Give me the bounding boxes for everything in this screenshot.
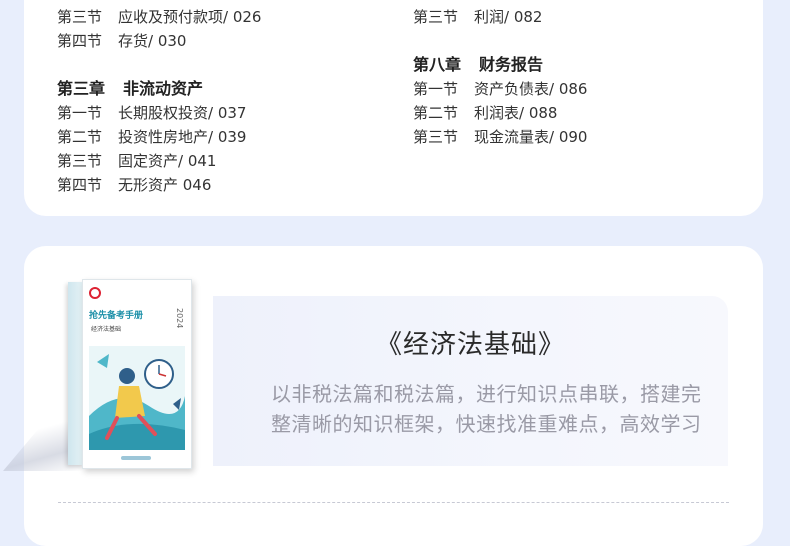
section-number: 第二节 [413, 104, 459, 122]
section-number: 第三节 [413, 8, 459, 26]
publisher-mark [121, 456, 151, 460]
section-number: 第一节 [413, 80, 459, 98]
toc-chapter-heading: 第三章 非流动资产 [57, 77, 261, 101]
publisher-logo-icon [89, 287, 101, 299]
section-title-page: 固定资产/ 041 [118, 152, 217, 170]
toc-section-item: 第三节 利润/ 082 [413, 5, 587, 29]
section-number: 第四节 [57, 32, 103, 50]
section-number: 第三节 [57, 8, 103, 26]
toc-section-item: 第三节 现金流量表/ 090 [413, 125, 587, 149]
book-description-line-1: 以非税法篇和税法篇，进行知识点串联，搭建完 [271, 382, 702, 406]
book-info-panel: 《经济法基础》 以非税法篇和税法篇，进行知识点串联，搭建完 整清晰的知识框架，快… [213, 296, 728, 466]
toc-spacer [57, 53, 261, 77]
cover-title: 抢先备考手册 [89, 311, 144, 321]
toc-section-item: 第三节 应收及预付款项/ 026 [57, 5, 261, 29]
cover-subtitle: 经济法基础 [91, 326, 122, 333]
section-title-page: 存货/ 030 [118, 32, 187, 50]
chapter-number: 第三章 [57, 79, 106, 98]
section-title-page: 投资性房地产/ 039 [118, 128, 247, 146]
toc-section-item: 第三节 固定资产/ 041 [57, 149, 261, 173]
toc-spacer [413, 29, 587, 53]
toc-chapter-heading: 第八章 财务报告 [413, 53, 587, 77]
chapter-title: 非流动资产 [123, 79, 204, 98]
toc-section-item: 第二节 利润表/ 088 [413, 101, 587, 125]
book-cover-image: 抢先备考手册 经济法基础 2024 [82, 279, 192, 469]
book-description-line-2: 整清晰的知识框架，快速找准重难点，高效学习 [271, 412, 702, 436]
toc-section-item: 第二节 投资性房地产/ 039 [57, 125, 261, 149]
section-number: 第三节 [57, 152, 103, 170]
toc-right-column: 第三节 利润/ 082 第八章 财务报告 第一节 资产负债表/ 086 第二节 利润表/ 08… [413, 5, 587, 149]
section-title-page: 长期股权投资/ 037 [118, 104, 247, 122]
table-of-contents-card: 第三节 应收及预付款项/ 026 第四节 存货/ 030 第三章 非流动资产 第一节 长期股权… [24, 0, 763, 216]
toc-section-item: 第一节 长期股权投资/ 037 [57, 101, 261, 125]
section-title-page: 资产负债表/ 086 [474, 80, 588, 98]
dashed-divider [58, 502, 729, 503]
chapter-title: 财务报告 [479, 55, 544, 74]
section-title-page: 无形资产 046 [118, 176, 212, 194]
section-title-page: 利润/ 082 [474, 8, 543, 26]
toc-section-item: 第四节 存货/ 030 [57, 29, 261, 53]
cover-year: 2024 [175, 308, 184, 329]
toc-left-column: 第三节 应收及预付款项/ 026 第四节 存货/ 030 第三章 非流动资产 第一节 长期股权… [57, 5, 261, 197]
section-number: 第二节 [57, 128, 103, 146]
section-number: 第一节 [57, 104, 103, 122]
section-title-page: 利润表/ 088 [474, 104, 558, 122]
section-number: 第三节 [413, 128, 459, 146]
cover-illustration-icon [89, 346, 185, 450]
chapter-number: 第八章 [413, 55, 462, 74]
toc-section-item: 第四节 无形资产 046 [57, 173, 261, 197]
section-title-page: 应收及预付款项/ 026 [118, 8, 262, 26]
book-intro-card: 《经济法基础》 以非税法篇和税法篇，进行知识点串联，搭建完 整清晰的知识框架，快… [3, 246, 763, 546]
section-title-page: 现金流量表/ 090 [474, 128, 588, 146]
book-title: 《经济法基础》 [375, 330, 565, 360]
section-number: 第四节 [57, 176, 103, 194]
toc-section-item: 第一节 资产负债表/ 086 [413, 77, 587, 101]
